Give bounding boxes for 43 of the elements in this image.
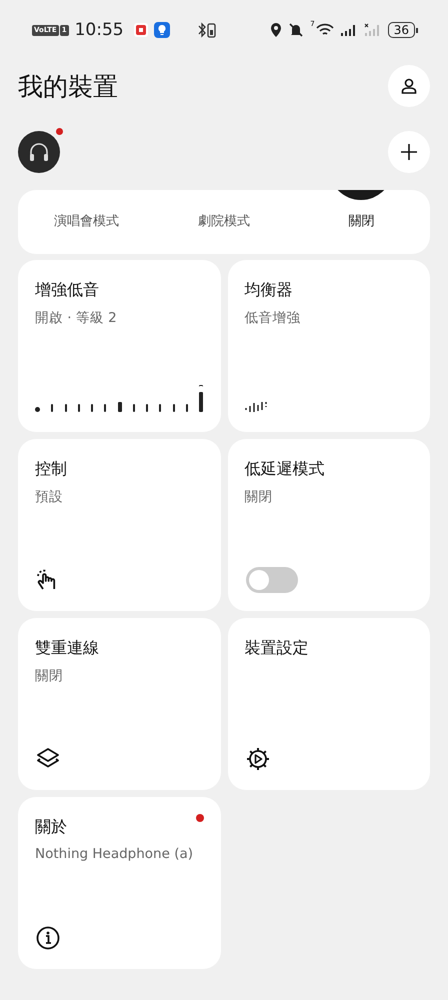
tile-title: 雙重連線 — [35, 638, 100, 659]
device-avatar[interactable] — [18, 131, 60, 173]
person-icon — [400, 77, 418, 95]
bluetooth-battery-icon — [198, 22, 216, 38]
headphones-icon — [27, 140, 51, 164]
info-icon — [35, 925, 61, 951]
tile-card[interactable]: 控制 預設 — [18, 439, 220, 611]
status-time: 10:55 — [74, 20, 124, 40]
plus-icon — [399, 142, 419, 162]
page-title: 我的裝置 — [18, 70, 118, 102]
app-icon — [134, 23, 148, 37]
tile-status: Nothing Headphone (a) — [35, 846, 194, 862]
add-button[interactable] — [388, 131, 430, 173]
tile-title: 均衡器 — [244, 280, 294, 301]
tile-status: 低音增強 — [244, 309, 302, 327]
tile-card[interactable]: 關於 Nothing Headphone (a) — [18, 797, 220, 969]
tile-status: 關閉 — [35, 667, 64, 685]
tile-card[interactable]: 雙重連線 關閉 — [18, 618, 220, 790]
location-icon — [270, 22, 282, 38]
wifi-icon — [316, 23, 334, 37]
mode-option[interactable]: 關閉 — [292, 190, 430, 254]
tile-title: 增強低音 — [35, 280, 100, 301]
signal-icon — [340, 23, 358, 37]
tile-title: 關於 — [35, 817, 68, 838]
tile-card[interactable]: 裝置設定 — [228, 618, 430, 790]
mode-option[interactable]: 劇院模式 — [155, 190, 293, 254]
profile-button[interactable] — [388, 65, 430, 107]
tile-status: 開啟 · 等級 2 — [35, 309, 118, 327]
lightbulb-icon — [154, 22, 170, 38]
tile-status: 關閉 — [244, 488, 274, 506]
tile-title: 控制 — [35, 459, 68, 480]
battery-level: 36 — [388, 22, 415, 38]
signal-off-icon — [364, 23, 382, 37]
tile-title: 低延遲模式 — [244, 459, 326, 480]
tile-card[interactable]: 增強低音 開啟 · 等級 2 — [18, 260, 220, 432]
gear-icon — [244, 746, 270, 772]
toggle-switch[interactable] — [246, 567, 298, 593]
tile-card[interactable]: 低延遲模式 關閉 — [228, 439, 430, 611]
tile-title: 裝置設定 — [244, 638, 310, 659]
tile-card[interactable]: 均衡器 低音增強 — [228, 260, 430, 432]
tile-status: 預設 — [35, 488, 64, 506]
mode-option[interactable]: 演唱會模式 — [18, 190, 156, 254]
bell-off-icon — [288, 22, 304, 38]
